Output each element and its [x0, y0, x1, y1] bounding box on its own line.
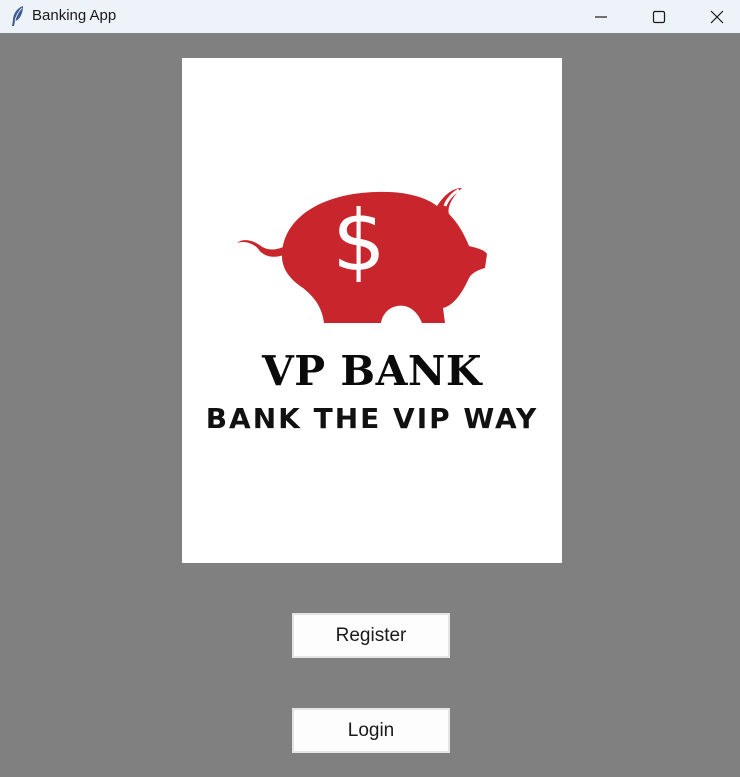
window-title: Banking App — [32, 7, 117, 24]
logo-image: $ VP BANK BANK THE VIP WAY — [182, 58, 562, 563]
minimize-button[interactable] — [572, 0, 630, 33]
login-button[interactable]: Login — [292, 708, 450, 753]
maximize-button[interactable] — [630, 0, 688, 33]
register-button[interactable]: Register — [292, 613, 450, 658]
close-icon — [710, 10, 724, 23]
brand-name: VP BANK — [262, 347, 482, 395]
piggy-bank-icon: $ — [237, 188, 487, 323]
close-button[interactable] — [688, 0, 740, 33]
main-content: $ VP BANK BANK THE VIP WAY Register Logi… — [0, 33, 740, 777]
app-window: Banking App $ VP BANK BANK THE VIP WAY R… — [0, 0, 740, 777]
minimize-icon — [595, 15, 607, 18]
maximize-icon — [652, 10, 666, 23]
feather-icon — [10, 5, 26, 27]
dollar-symbol: $ — [332, 192, 385, 290]
title-bar[interactable]: Banking App — [0, 0, 740, 33]
brand-tagline: BANK THE VIP WAY — [205, 402, 539, 435]
